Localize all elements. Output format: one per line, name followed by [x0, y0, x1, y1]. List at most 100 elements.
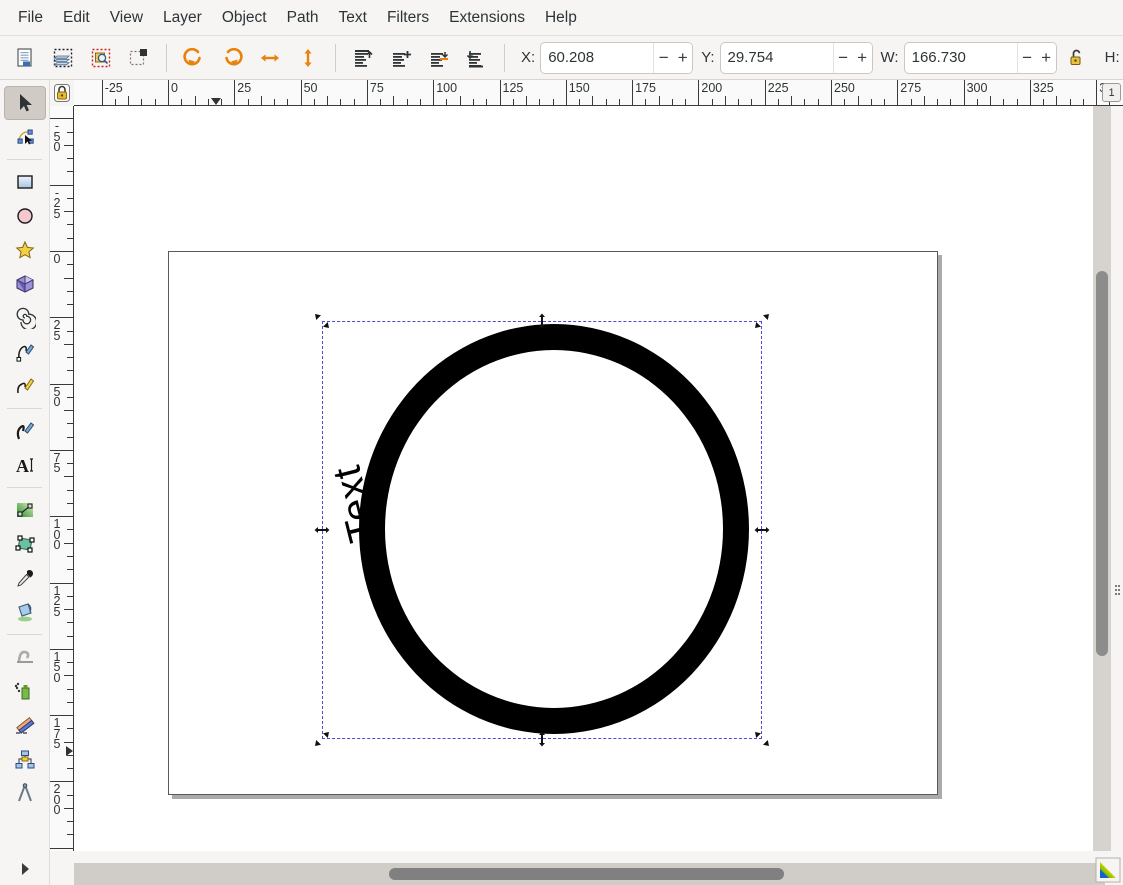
- flip-vertical-button[interactable]: [291, 41, 325, 75]
- menu-path[interactable]: Path: [277, 5, 329, 31]
- ruler-major-tick: [964, 80, 965, 105]
- ruler-minor-tick: [393, 96, 394, 105]
- horizontal-scroll-thumb[interactable]: [389, 868, 784, 880]
- color-wheel-icon[interactable]: [1095, 857, 1121, 883]
- ruler-minor-tick: [553, 99, 554, 105]
- x-field-input[interactable]: [541, 43, 653, 73]
- select-all-in-layers-button[interactable]: [46, 41, 80, 75]
- ruler-minor-tick: [884, 99, 885, 105]
- raise-to-top-button[interactable]: [346, 41, 380, 75]
- raise-to-top-icon: [352, 47, 374, 69]
- tool-pen[interactable]: [4, 335, 46, 369]
- drawing-canvas[interactable]: Text: [74, 106, 1105, 851]
- ruler-minor-tick: [64, 211, 73, 212]
- y-field-spinbox[interactable]: −+: [720, 42, 873, 74]
- toolbox-separator: [7, 487, 42, 488]
- deselect-button[interactable]: [84, 41, 118, 75]
- menu-filters[interactable]: Filters: [377, 5, 439, 31]
- ruler-minor-tick: [195, 96, 196, 105]
- ruler-minor-tick: [64, 278, 73, 279]
- ruler-major-tick: [831, 80, 832, 105]
- tool-selector[interactable]: [4, 86, 46, 120]
- ruler-label: -25: [105, 81, 123, 95]
- tool-star[interactable]: [4, 233, 46, 267]
- menu-layer[interactable]: Layer: [153, 5, 212, 31]
- vertical-ruler[interactable]: -50-250255075100125150175200225: [50, 106, 74, 851]
- ruler-pointer-marker: [66, 746, 73, 756]
- y-field-decrement[interactable]: −: [834, 43, 853, 73]
- invert-selection-button[interactable]: [122, 41, 156, 75]
- width-field-decrement[interactable]: −: [1018, 43, 1037, 73]
- menu-help[interactable]: Help: [535, 5, 587, 31]
- width-field-increment[interactable]: +: [1037, 43, 1056, 73]
- horizontal-scrollbar[interactable]: [74, 863, 1105, 885]
- tool-rectangle[interactable]: [4, 165, 46, 199]
- y-field-increment[interactable]: +: [853, 43, 872, 73]
- ruler-minor-tick: [380, 99, 381, 105]
- tool-paint-bucket[interactable]: [4, 595, 46, 629]
- tool-tweak[interactable]: [4, 640, 46, 674]
- toolbox-separator: [7, 634, 42, 635]
- unlocked-padlock-icon: [1067, 47, 1087, 69]
- ruler-label: 0: [171, 81, 178, 95]
- menu-extensions[interactable]: Extensions: [439, 5, 535, 31]
- ruler-minor-tick: [64, 675, 73, 676]
- ruler-corner-lock[interactable]: [50, 80, 74, 106]
- lock-aspect-ratio-button[interactable]: [1063, 43, 1091, 73]
- menu-view[interactable]: View: [100, 5, 153, 31]
- tool-spiral[interactable]: [4, 301, 46, 335]
- menu-object[interactable]: Object: [212, 5, 277, 31]
- ruler-label: 200: [51, 784, 63, 816]
- tool-text[interactable]: A: [4, 448, 46, 482]
- width-field-input[interactable]: [905, 43, 1017, 73]
- select-all-button[interactable]: [8, 41, 42, 75]
- ruler-minor-tick: [67, 569, 73, 570]
- x-field-spinbox[interactable]: −+: [540, 42, 693, 74]
- vertical-scroll-thumb[interactable]: [1096, 271, 1108, 656]
- ruler-minor-tick: [950, 99, 951, 105]
- ruler-minor-tick: [911, 99, 912, 105]
- tool-measure[interactable]: [4, 776, 46, 810]
- tool-pencil[interactable]: [4, 369, 46, 403]
- ruler-label: 125: [51, 586, 63, 618]
- lower-button[interactable]: [422, 41, 456, 75]
- panel-grip-icon[interactable]: [1114, 584, 1121, 596]
- lower-to-bottom-button[interactable]: [460, 41, 494, 75]
- rotate-clockwise-button[interactable]: [215, 41, 249, 75]
- x-field-decrement[interactable]: −: [654, 43, 673, 73]
- flip-horizontal-button[interactable]: [253, 41, 287, 75]
- raise-button[interactable]: [384, 41, 418, 75]
- layer-indicator[interactable]: 1: [1102, 83, 1121, 102]
- ruler-label: 150: [51, 652, 63, 684]
- x-field-increment[interactable]: +: [673, 43, 692, 73]
- tool-node-editor[interactable]: [4, 120, 46, 154]
- menu-edit[interactable]: Edit: [53, 5, 100, 31]
- tool-mesh-gradient[interactable]: [4, 527, 46, 561]
- horizontal-ruler[interactable]: -250255075100125150175200225250275300325…: [74, 80, 1123, 106]
- menu-file[interactable]: File: [8, 5, 53, 31]
- ruler-minor-tick: [327, 96, 328, 105]
- tool-dropper[interactable]: [4, 561, 46, 595]
- ruler-major-tick: [765, 80, 766, 105]
- rotate-counterclockwise-button[interactable]: [177, 41, 211, 75]
- menu-text[interactable]: Text: [329, 5, 377, 31]
- tool-gradient[interactable]: [4, 493, 46, 527]
- tool-ellipse[interactable]: [4, 199, 46, 233]
- y-field-label: Y:: [701, 49, 714, 66]
- vertical-scrollbar[interactable]: [1093, 106, 1111, 851]
- ruler-label: 300: [967, 81, 988, 95]
- tool-spray[interactable]: [4, 674, 46, 708]
- ruler-pointer-marker: [211, 98, 221, 105]
- toolbox-overflow-button[interactable]: [0, 861, 50, 877]
- ruler-minor-tick: [67, 662, 73, 663]
- ruler-minor-tick: [67, 768, 73, 769]
- ruler-label: 0: [51, 254, 63, 265]
- tool-eraser[interactable]: [4, 708, 46, 742]
- tool-calligraphy[interactable]: [4, 414, 46, 448]
- tool-connector[interactable]: [4, 742, 46, 776]
- width-field-group: W:−+: [877, 42, 1057, 74]
- y-field-input[interactable]: [721, 43, 833, 73]
- ruler-major-tick: [367, 80, 368, 105]
- tool-3dbox[interactable]: [4, 267, 46, 301]
- width-field-spinbox[interactable]: −+: [904, 42, 1057, 74]
